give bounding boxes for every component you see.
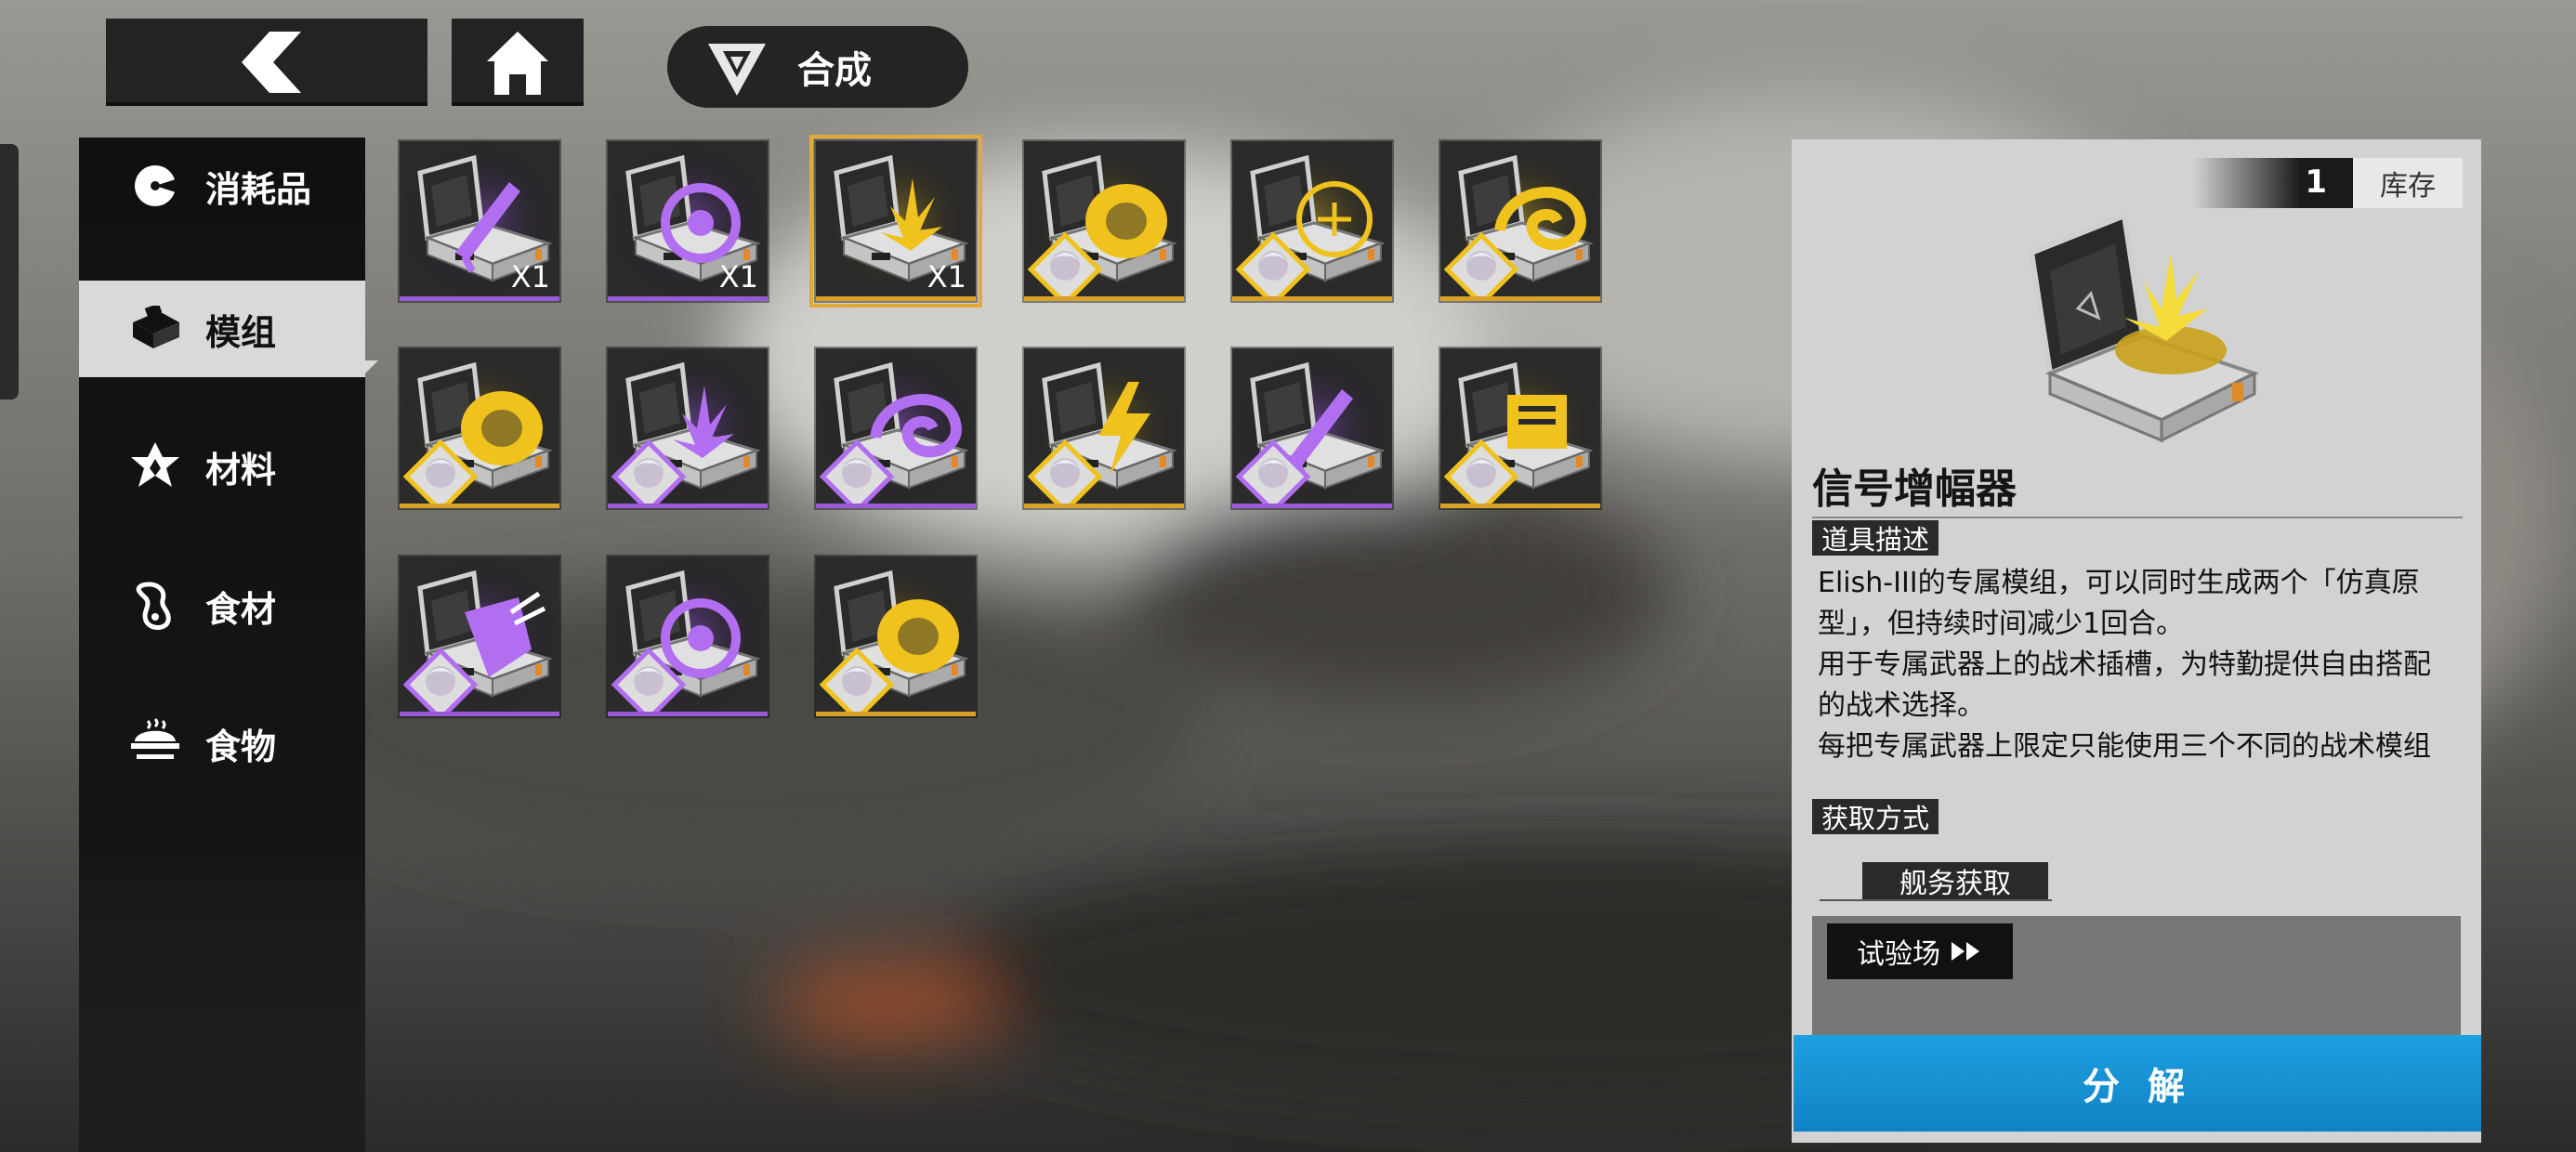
- source-label: 获取方式: [1812, 799, 1939, 834]
- module-item[interactable]: [816, 348, 976, 508]
- chevron-left-icon: [242, 32, 301, 93]
- item-name: 信号增幅器: [1812, 465, 2017, 513]
- module-item[interactable]: [608, 348, 768, 508]
- decompose-button[interactable]: 分 解: [1794, 1035, 2481, 1132]
- module-item[interactable]: [1440, 141, 1600, 301]
- module-item[interactable]: X1: [400, 141, 559, 301]
- description-line: 用于专属武器上的战术插槽，为特勤提供自由搭配的战术选择。: [1818, 648, 2431, 722]
- module-case-image: [2028, 211, 2260, 443]
- module-item[interactable]: [816, 556, 976, 716]
- stock-count: 1: [2305, 164, 2327, 201]
- trial-label: 试验场: [1857, 938, 1940, 971]
- mode-label: 合成: [797, 49, 872, 92]
- stock-label: 库存: [2353, 158, 2463, 208]
- module-case-icon: [816, 556, 976, 712]
- module-case-icon: [608, 556, 768, 712]
- edge-handle[interactable]: [0, 144, 19, 399]
- category-materials[interactable]: 材料: [79, 418, 365, 515]
- module-item[interactable]: [1232, 141, 1392, 301]
- module-item[interactable]: [1232, 348, 1392, 508]
- item-detail-panel: 1 库存 信号增幅器 道具描述 Elish-III的专属模组，可以同时生成两个「…: [1792, 139, 2481, 1143]
- module-case-icon: [1024, 348, 1184, 504]
- category-food[interactable]: 食物: [79, 695, 365, 792]
- module-case-icon: [1440, 141, 1600, 296]
- roast-chicken-icon: [125, 713, 185, 773]
- description-label: 道具描述: [1812, 520, 1939, 556]
- module-item[interactable]: [1024, 141, 1184, 301]
- category-sidebar: 消耗品 模组 材料 食材 食物: [79, 137, 378, 1152]
- home-button[interactable]: [452, 19, 584, 106]
- category-label: 模组: [205, 311, 277, 353]
- module-item[interactable]: [400, 348, 559, 508]
- back-button[interactable]: [106, 19, 427, 106]
- module-item[interactable]: [1024, 348, 1184, 508]
- module-item[interactable]: [400, 556, 559, 716]
- description-line: 每把专属武器上限定只能使用三个不同的战术模组: [1818, 730, 2431, 763]
- item-quantity: X1: [510, 259, 550, 295]
- category-consumables[interactable]: 消耗品: [79, 137, 365, 234]
- home-icon: [487, 32, 548, 95]
- module-case-icon: [816, 348, 976, 504]
- box-icon: [125, 299, 185, 359]
- module-case-icon: [1440, 348, 1600, 504]
- item-quantity: X1: [927, 259, 966, 295]
- ingredient-icon: [125, 576, 185, 635]
- module-case-icon: [1024, 141, 1184, 296]
- category-modules[interactable]: 模组: [79, 281, 378, 377]
- category-ingredients[interactable]: 食材: [79, 557, 365, 654]
- module-case-icon: [1232, 141, 1392, 296]
- module-item[interactable]: [608, 556, 768, 716]
- star-icon: [125, 437, 185, 496]
- module-case-icon: [400, 556, 559, 712]
- module-item[interactable]: X1: [809, 135, 982, 308]
- module-case-icon: [608, 348, 768, 504]
- category-label: 材料: [205, 449, 277, 491]
- source-panel: 试验场: [1812, 916, 2461, 1039]
- module-case-icon: [400, 348, 559, 504]
- module-item[interactable]: [1440, 348, 1600, 508]
- category-label: 食物: [205, 726, 277, 767]
- fast-forward-icon: [1952, 942, 1979, 961]
- module-item[interactable]: X1: [608, 141, 768, 301]
- item-quantity: X1: [718, 259, 758, 295]
- trial-ground-button[interactable]: 试验场: [1827, 923, 2013, 979]
- category-label: 食材: [205, 588, 277, 630]
- divider: [1820, 899, 2052, 901]
- module-case-icon: [1232, 348, 1392, 504]
- description-line: Elish-III的专属模组，可以同时生成两个「仿真原型」，但持续时间减少1回合…: [1818, 567, 2420, 640]
- pie-chart-icon: [125, 156, 185, 216]
- fleet-source-tab[interactable]: 舰务获取: [1862, 862, 2048, 900]
- synthesis-mode-button[interactable]: 合成: [667, 26, 968, 108]
- category-label: 消耗品: [205, 168, 312, 210]
- faction-emblem-icon: [708, 44, 766, 96]
